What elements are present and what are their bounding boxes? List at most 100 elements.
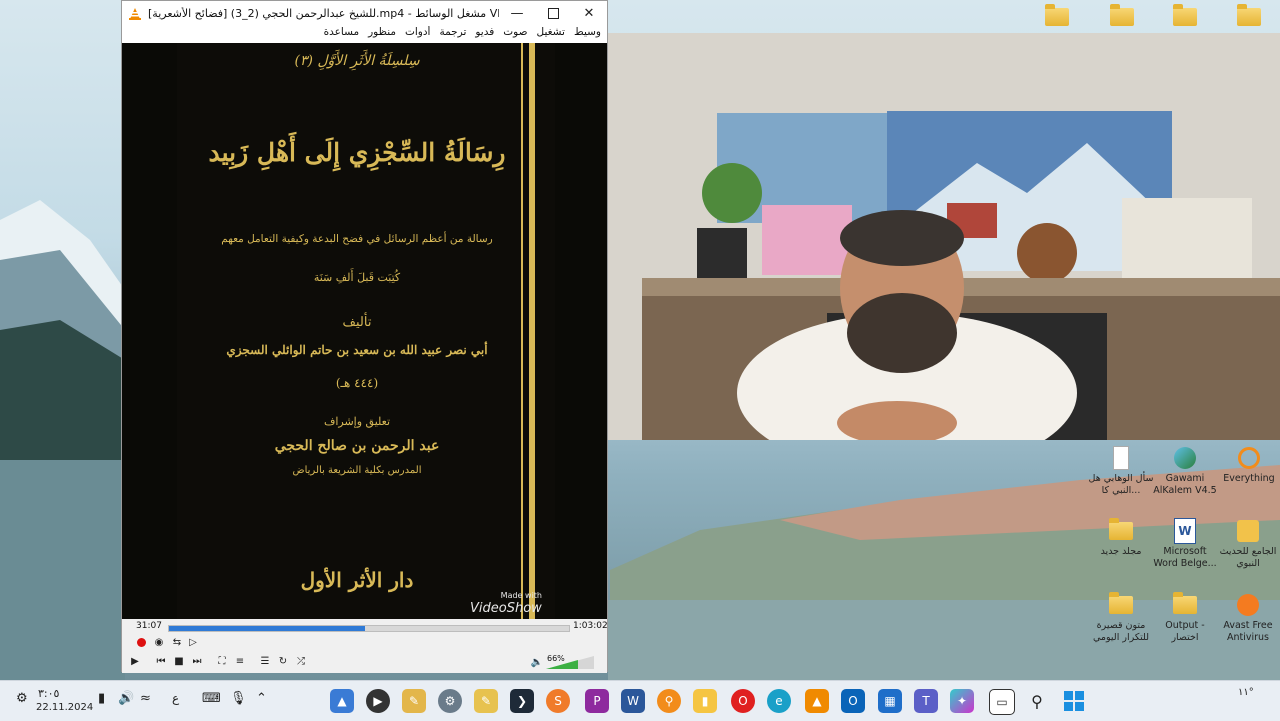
previous-button[interactable]: ⏮: [154, 654, 168, 668]
desktop-icon-word-document[interactable]: W Microsoft Word Belge...: [1151, 518, 1219, 570]
taskbar-app-outlook[interactable]: O: [841, 689, 865, 713]
shuffle-icon: ⤮: [297, 655, 305, 667]
loop-button[interactable]: ↻: [276, 654, 290, 668]
menu-video[interactable]: فديو: [475, 26, 494, 43]
clock-time[interactable]: ٣:٠٥: [38, 687, 59, 700]
desktop-icon-short-texts[interactable]: متون قصيرة للتكرار اليومي: [1087, 592, 1155, 644]
taskbar-app-copilot[interactable]: ✦: [950, 689, 974, 713]
edge-icon: e: [775, 694, 783, 708]
vlc-window[interactable]: [فضائح الأشعرية] للشيخ عبدالرحمن الحجي (…: [121, 0, 608, 673]
close-button[interactable]: ✕: [571, 1, 607, 26]
mute-button[interactable]: 🔈: [530, 655, 544, 669]
taskbar-app-pdf[interactable]: P: [585, 689, 609, 713]
desktop-icon-gawami[interactable]: Gawami AlKalem V4.5: [1151, 445, 1219, 497]
taskbar-app-file-explorer[interactable]: ▮: [693, 689, 717, 713]
hadith-app-icon: [1235, 518, 1261, 544]
taskbar-task-view[interactable]: ▭: [989, 689, 1015, 715]
task-view-icon: ▭: [996, 695, 1008, 709]
clock-date[interactable]: 22.11.2024: [36, 702, 93, 713]
menu-media[interactable]: وسيط: [574, 26, 601, 43]
app-icon: S: [554, 694, 562, 708]
taskbar-app-media[interactable]: ▶: [366, 689, 390, 713]
desktop-icon-everything[interactable]: Everything: [1215, 445, 1280, 485]
menu-subtitle[interactable]: ترجمة: [439, 26, 466, 43]
start-button[interactable]: [1062, 689, 1086, 713]
loop-ab-button[interactable]: ⇆: [170, 635, 184, 649]
playlist-button[interactable]: ☰: [258, 654, 272, 668]
desktop-icon-label: Gawami AlKalem V4.5: [1153, 473, 1217, 496]
battery-icon[interactable]: ▮: [98, 691, 105, 706]
previous-icon: ⏮: [156, 655, 166, 667]
desktop-folder-shortcut[interactable]: [1173, 4, 1197, 26]
taskbar-app-editor[interactable]: ✎: [474, 689, 498, 713]
menu-view[interactable]: منظور: [368, 26, 396, 43]
taskbar-search[interactable]: ⚲: [1025, 689, 1049, 713]
document-icon: [1108, 445, 1134, 471]
speaker-icon: 🔈: [530, 656, 544, 668]
volume-icon[interactable]: 🔊: [118, 691, 134, 706]
stop-icon: ■: [174, 655, 184, 667]
desktop-icon-output[interactable]: Output - اختصار: [1151, 592, 1219, 644]
seek-bar-fill: [169, 626, 365, 631]
folder-icon: [1237, 4, 1261, 26]
show-hidden-icons-chevron[interactable]: ⌃: [256, 691, 267, 706]
taskbar-app-sublime[interactable]: S: [546, 689, 570, 713]
maximize-button[interactable]: [535, 1, 571, 26]
extended-settings-button[interactable]: ≡: [233, 654, 247, 668]
folder-icon: [1108, 518, 1134, 544]
taskbar-app-vlc[interactable]: ▲: [805, 689, 829, 713]
menu-audio[interactable]: صوت: [503, 26, 527, 43]
video-display[interactable]: سِلسِلَةُ الأَثَرِ الأَوَّلِ (٣) رِسَالَ…: [122, 43, 607, 619]
desktop-icon-label: متون قصيرة للتكرار اليومي: [1093, 620, 1149, 643]
taskbar-app-photos[interactable]: ▲: [330, 689, 354, 713]
wifi-icon[interactable]: ≈: [140, 691, 151, 706]
stop-button[interactable]: ■: [172, 654, 186, 668]
vlc-title-bar[interactable]: [فضائح الأشعرية] للشيخ عبدالرحمن الحجي (…: [122, 1, 607, 26]
taskbar-app-everything[interactable]: ⚲: [657, 689, 681, 713]
next-button[interactable]: ⏭: [190, 654, 204, 668]
menu-playback[interactable]: تشغيل: [537, 26, 565, 43]
desktop-icon-new-folder[interactable]: مجلد جديد: [1087, 518, 1155, 558]
media-player-icon: ▶: [373, 694, 383, 708]
taskbar-app-word[interactable]: W: [621, 689, 645, 713]
play-button[interactable]: ▶: [128, 654, 142, 668]
desktop-folder-shortcut[interactable]: [1110, 4, 1134, 26]
input-language[interactable]: ع: [172, 691, 179, 705]
folder-icon: ▮: [701, 694, 709, 708]
camera-icon: ◉: [154, 636, 164, 648]
seek-bar[interactable]: [168, 625, 570, 632]
weather-temp[interactable]: ١١°: [1238, 687, 1254, 698]
desktop-folder-shortcut[interactable]: [1045, 4, 1069, 26]
minimize-button[interactable]: —: [499, 1, 535, 26]
desktop-folder-shortcut[interactable]: [1237, 4, 1261, 26]
menu-tools[interactable]: أدوات: [405, 26, 430, 43]
folder-icon: [1108, 592, 1134, 618]
desktop-icon-hadith[interactable]: الجامع للحديث النبوي: [1214, 518, 1280, 570]
taskbar-app-opera[interactable]: O: [731, 689, 755, 713]
volume-slider-fill: [546, 660, 578, 669]
fullscreen-button[interactable]: ⛶: [215, 654, 229, 668]
volume-slider[interactable]: [546, 655, 596, 670]
taskbar-app-notes[interactable]: ✎: [402, 689, 426, 713]
taskbar-app-teams[interactable]: T: [914, 689, 938, 713]
playlist-icon: ☰: [260, 655, 270, 667]
desktop-icon-label: Avast Free Antivirus: [1223, 620, 1273, 643]
fullscreen-icon: ⛶: [218, 655, 226, 667]
record-button[interactable]: [134, 635, 148, 649]
shuffle-button[interactable]: ⤮: [294, 654, 308, 668]
snapshot-button[interactable]: ◉: [152, 635, 166, 649]
pdf-icon: P: [593, 694, 601, 708]
taskbar-app-store[interactable]: ▦: [878, 689, 902, 713]
desktop-icon-document[interactable]: سأل الوهابي هل النبي كا...: [1087, 445, 1155, 497]
notification-settings-icon[interactable]: ⚙: [16, 691, 28, 706]
desktop-icon-avast[interactable]: Avast Free Antivirus: [1214, 592, 1280, 644]
menu-help[interactable]: مساعدة: [324, 26, 359, 43]
desktop-background: [فضائح الأشعرية] للشيخ عبدالرحمن الحجي (…: [0, 0, 1280, 680]
microphone-icon[interactable]: 🎙: [230, 691, 247, 706]
taskbar-app-terminal[interactable]: ❯: [510, 689, 534, 713]
taskbar-app-edge[interactable]: e: [767, 689, 791, 713]
taskbar-app-settings[interactable]: ⚙: [438, 689, 462, 713]
frame-step-button[interactable]: ▷: [186, 635, 200, 649]
keyboard-icon[interactable]: ⌨: [202, 691, 221, 706]
opera-icon: O: [738, 694, 748, 708]
